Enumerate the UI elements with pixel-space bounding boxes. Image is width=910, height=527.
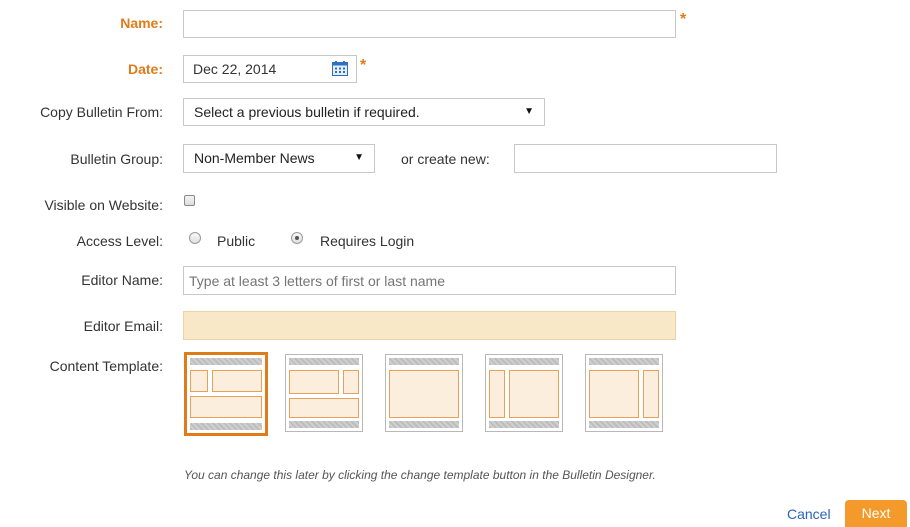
access-label: Access Level:	[76, 233, 163, 249]
template-option-2[interactable]	[285, 354, 363, 432]
dropdown-arrow-icon: ▼	[354, 152, 364, 163]
group-select[interactable]: Non-Member News ▼	[183, 144, 375, 173]
name-label: Name:	[120, 15, 163, 31]
template-label: Content Template:	[49, 358, 163, 374]
group-value: Non-Member News	[194, 150, 315, 166]
date-input[interactable]	[183, 55, 357, 83]
access-login-radio[interactable]	[291, 232, 303, 244]
template-option-1[interactable]	[184, 352, 268, 436]
template-option-3[interactable]	[385, 354, 463, 432]
template-option-5[interactable]	[585, 354, 663, 432]
visible-label: Visible on Website:	[44, 197, 163, 213]
date-label: Date:	[127, 61, 163, 77]
template-hint: You can change this later by clicking th…	[184, 468, 656, 482]
copy-from-select[interactable]: Select a previous bulletin if required. …	[183, 98, 545, 126]
editor-email-input[interactable]	[183, 311, 676, 340]
editor-email-label: Editor Email:	[83, 318, 163, 334]
copy-from-value: Select a previous bulletin if required.	[194, 104, 420, 120]
access-public-radio[interactable]	[189, 232, 201, 244]
dropdown-arrow-icon: ▼	[524, 106, 534, 117]
visible-checkbox[interactable]	[184, 195, 195, 206]
or-create-label: or create new:	[401, 151, 490, 167]
template-option-4[interactable]	[485, 354, 563, 432]
date-required-mark: *	[360, 57, 367, 74]
new-group-input[interactable]	[514, 144, 777, 173]
next-button[interactable]: Next	[845, 500, 907, 527]
editor-name-label: Editor Name:	[81, 272, 163, 288]
cancel-link[interactable]: Cancel	[787, 506, 831, 522]
copy-from-label: Copy Bulletin From:	[40, 104, 163, 120]
access-login-label[interactable]: Requires Login	[320, 233, 414, 249]
calendar-icon[interactable]	[332, 61, 348, 76]
name-input[interactable]	[183, 10, 676, 38]
editor-name-input[interactable]	[183, 266, 676, 295]
access-public-label[interactable]: Public	[217, 233, 255, 249]
group-label: Bulletin Group:	[70, 151, 163, 167]
name-required-mark: *	[680, 11, 687, 28]
